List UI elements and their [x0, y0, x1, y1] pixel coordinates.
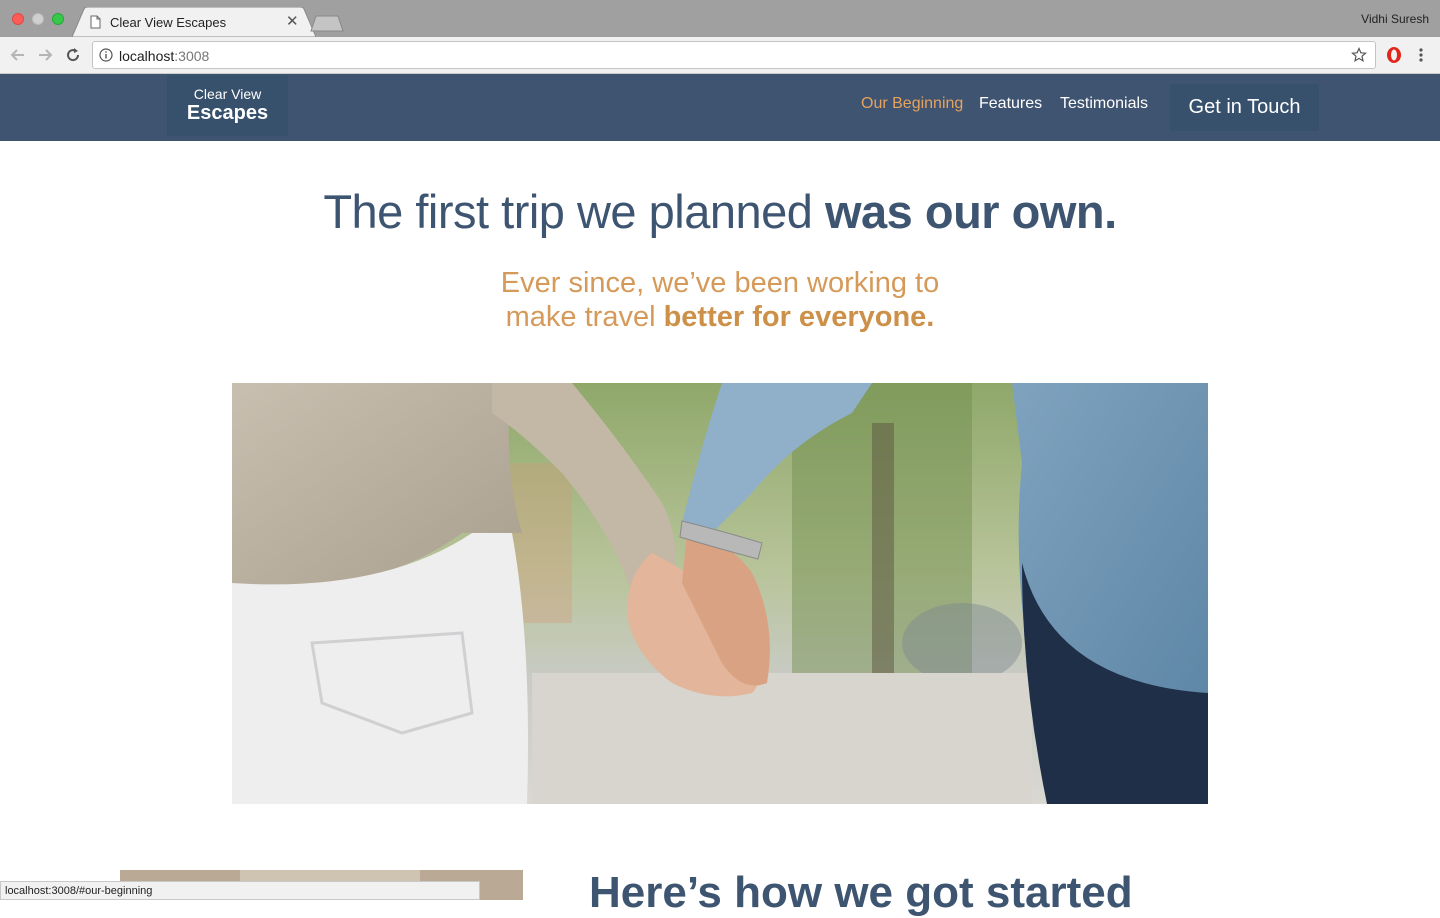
- hero-subtitle-light: make travel: [505, 301, 664, 333]
- browser-toolbar: localhost:3008: [0, 37, 1440, 74]
- more-menu-icon[interactable]: [1416, 46, 1426, 64]
- hero-photo-holding-hands: [232, 383, 1208, 804]
- status-bar-url: localhost:3008/#our-beginning: [0, 881, 480, 900]
- reload-icon[interactable]: [64, 46, 82, 64]
- tab-close-icon[interactable]: ✕: [286, 14, 299, 29]
- hero-subtitle: Ever since, we’ve been working to make t…: [0, 266, 1440, 334]
- url-text[interactable]: localhost:3008: [119, 48, 209, 64]
- hero-title-bold: was our own.: [824, 185, 1117, 238]
- page-icon: [90, 15, 101, 29]
- window-maximize-button[interactable]: [52, 13, 64, 25]
- logo-line-1: Clear View: [193, 86, 262, 102]
- browser-tabstrip: Clear View Escapes ✕ Vidhi Suresh: [0, 0, 1440, 37]
- opera-extension-icon[interactable]: [1385, 46, 1403, 64]
- window-close-button[interactable]: [12, 13, 24, 25]
- browser-tab[interactable]: Clear View Escapes ✕: [72, 7, 316, 37]
- window-minimize-button[interactable]: [32, 13, 44, 25]
- site-logo[interactable]: Clear View Escapes: [167, 75, 288, 136]
- nav-link-our-beginning[interactable]: Our Beginning: [861, 95, 963, 113]
- bookmark-star-icon[interactable]: [1351, 47, 1367, 63]
- tab-title: Clear View Escapes: [110, 15, 227, 30]
- hero-title: The first trip we planned was our own.: [0, 184, 1440, 239]
- hero-title-light: The first trip we planned: [323, 185, 825, 238]
- new-tab-button[interactable]: [310, 15, 344, 32]
- hero-subtitle-line-1: Ever since, we’ve been working to: [500, 267, 940, 299]
- address-bar[interactable]: localhost:3008: [92, 41, 1376, 69]
- info-icon[interactable]: [99, 48, 113, 62]
- back-arrow-icon[interactable]: [9, 46, 27, 64]
- nav-link-features[interactable]: Features: [979, 95, 1042, 113]
- hero-subtitle-bold: better for everyone.: [663, 301, 935, 333]
- logo-line-2: Escapes: [186, 102, 269, 124]
- section-title: Here’s how we got started: [589, 868, 1133, 917]
- nav-link-testimonials[interactable]: Testimonials: [1060, 95, 1148, 113]
- forward-arrow-icon[interactable]: [36, 46, 54, 64]
- profile-name[interactable]: Vidhi Suresh: [1361, 12, 1429, 26]
- get-in-touch-button[interactable]: Get in Touch: [1170, 84, 1319, 131]
- site-header: Clear View Escapes Our Beginning Feature…: [0, 74, 1440, 141]
